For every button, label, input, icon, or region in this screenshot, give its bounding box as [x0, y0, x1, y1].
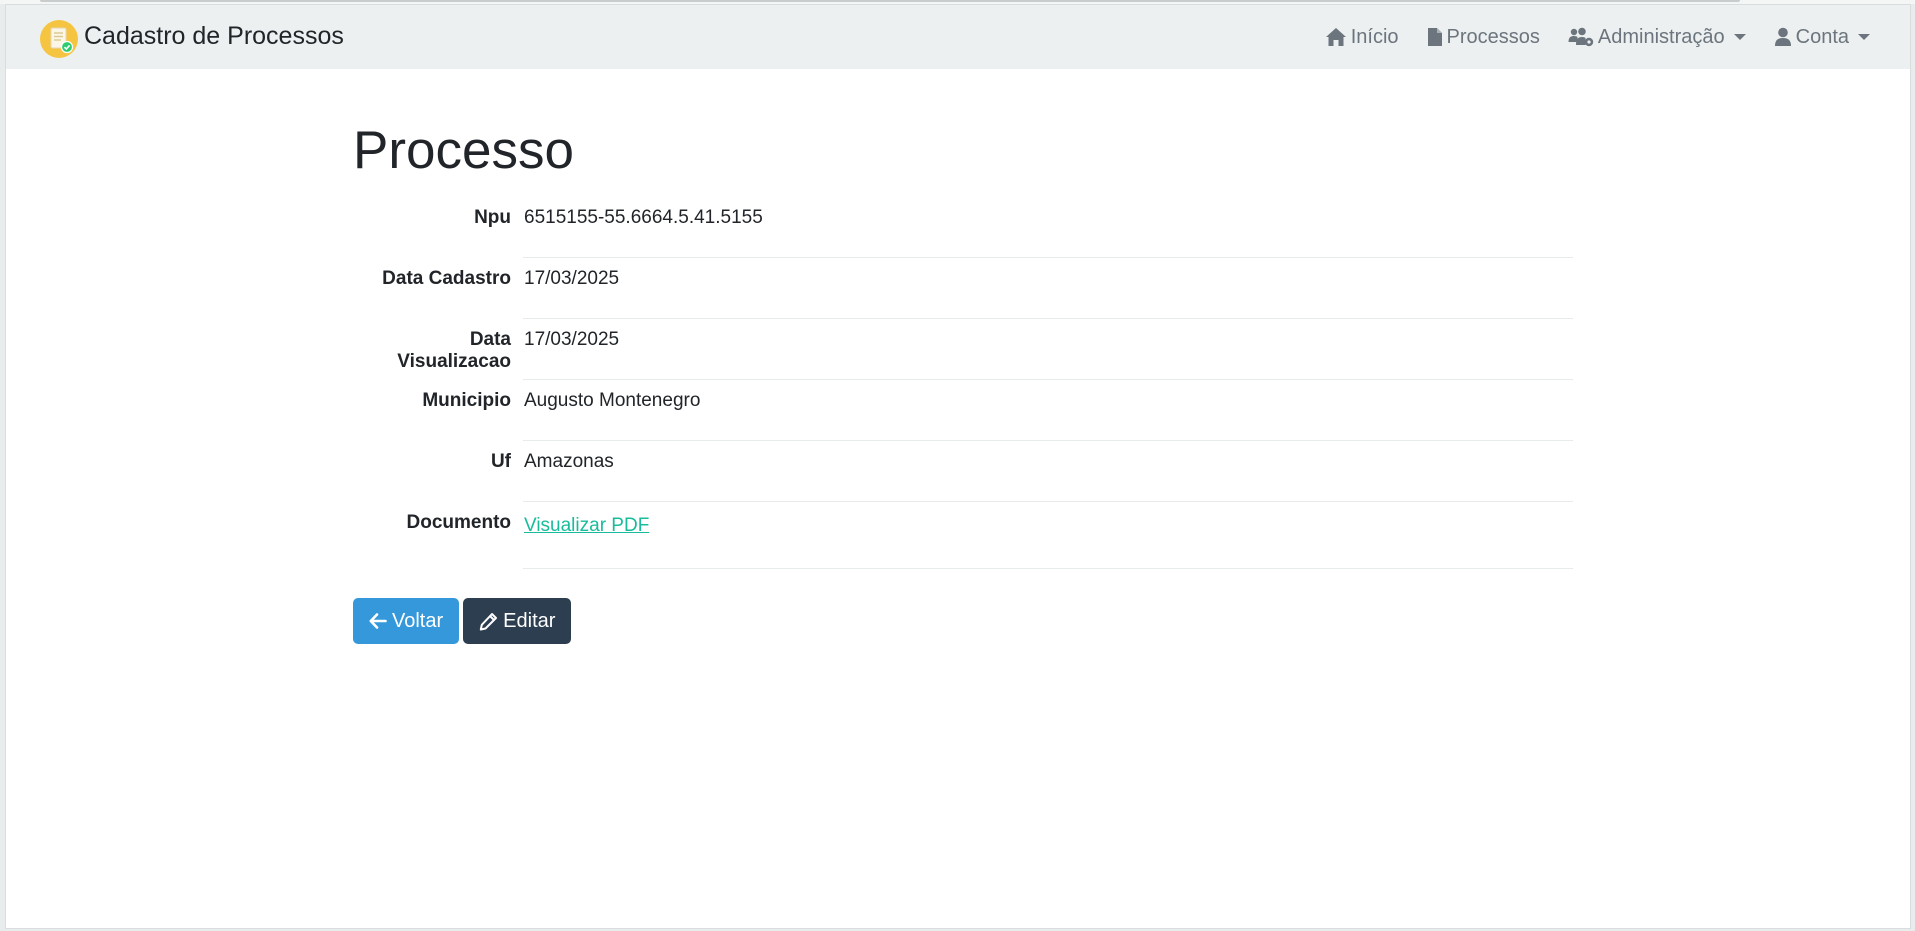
detail-label-municipio: Municipio: [422, 390, 511, 411]
document-check-logo-icon: [40, 20, 78, 58]
nav-item-inicio[interactable]: Início: [1325, 26, 1399, 49]
detail-value-data-cadastro: 17/03/2025: [523, 257, 1573, 319]
detail-value-npu: 6515155-55.6664.5.41.5155: [523, 196, 1573, 258]
brand[interactable]: Cadastro de Processos: [40, 19, 344, 59]
nav-label-conta: Conta: [1795, 25, 1849, 48]
nav-label-processos: Processos: [1446, 25, 1540, 48]
chevron-down-icon: [1858, 34, 1870, 40]
edit-button-label: Editar: [503, 609, 556, 632]
pencil-icon: [479, 612, 498, 630]
app-window: Cadastro de Processos Início Processos A…: [5, 4, 1911, 929]
nav-item-conta[interactable]: Conta: [1774, 26, 1870, 49]
details-list: Npu 6515155-55.6664.5.41.5155 Data Cadas…: [353, 196, 1573, 569]
view-pdf-link[interactable]: Visualizar PDF: [524, 515, 649, 536]
detail-value-municipio: Augusto Montenegro: [523, 379, 1573, 441]
navbar: Cadastro de Processos Início Processos A…: [6, 5, 1910, 69]
nav-item-processos[interactable]: Processos: [1427, 26, 1540, 49]
user-icon: [1774, 27, 1791, 46]
users-cog-icon: [1568, 27, 1594, 47]
detail-row-documento: Documento Visualizar PDF: [353, 501, 1573, 569]
detail-label-data-visualizacao: Data Visualizacao: [397, 329, 511, 372]
main-content: Processo Npu 6515155-55.6664.5.41.5155 D…: [353, 119, 1573, 644]
nav-item-administracao[interactable]: Administração: [1568, 26, 1746, 49]
main-nav: Início Processos Administração Conta: [1297, 5, 1870, 69]
detail-row-uf: Uf Amazonas: [353, 440, 1573, 502]
brand-title: Cadastro de Processos: [84, 21, 344, 50]
detail-row-data-cadastro: Data Cadastro 17/03/2025: [353, 257, 1573, 319]
chevron-down-icon: [1733, 34, 1746, 40]
edit-button[interactable]: Editar: [463, 598, 572, 644]
back-button-label: Voltar: [392, 609, 444, 632]
detail-row-data-visualizacao: Data Visualizacao 17/03/2025: [353, 318, 1573, 380]
detail-label-uf: Uf: [490, 451, 511, 472]
detail-row-municipio: Municipio Augusto Montenegro: [353, 379, 1573, 441]
detail-row-npu: Npu 6515155-55.6664.5.41.5155: [353, 196, 1573, 258]
detail-value-uf: Amazonas: [523, 440, 1573, 502]
back-button[interactable]: Voltar: [353, 598, 460, 644]
home-icon: [1325, 28, 1346, 46]
action-buttons: Voltar Editar: [353, 598, 1573, 644]
nav-label-inicio: Início: [1350, 25, 1399, 48]
detail-label-documento: Documento: [406, 512, 512, 533]
detail-label-data-cadastro: Data Cadastro: [382, 268, 511, 289]
detail-value-documento: Visualizar PDF: [523, 501, 1573, 569]
scrollbar-top: [40, 0, 1740, 2]
nav-label-administracao: Administração: [1597, 25, 1725, 48]
page-title: Processo: [353, 121, 574, 180]
arrow-left-icon: [369, 613, 387, 629]
detail-value-data-visualizacao: 17/03/2025: [523, 318, 1573, 380]
file-icon: [1427, 28, 1442, 46]
detail-label-npu: Npu: [474, 207, 511, 228]
